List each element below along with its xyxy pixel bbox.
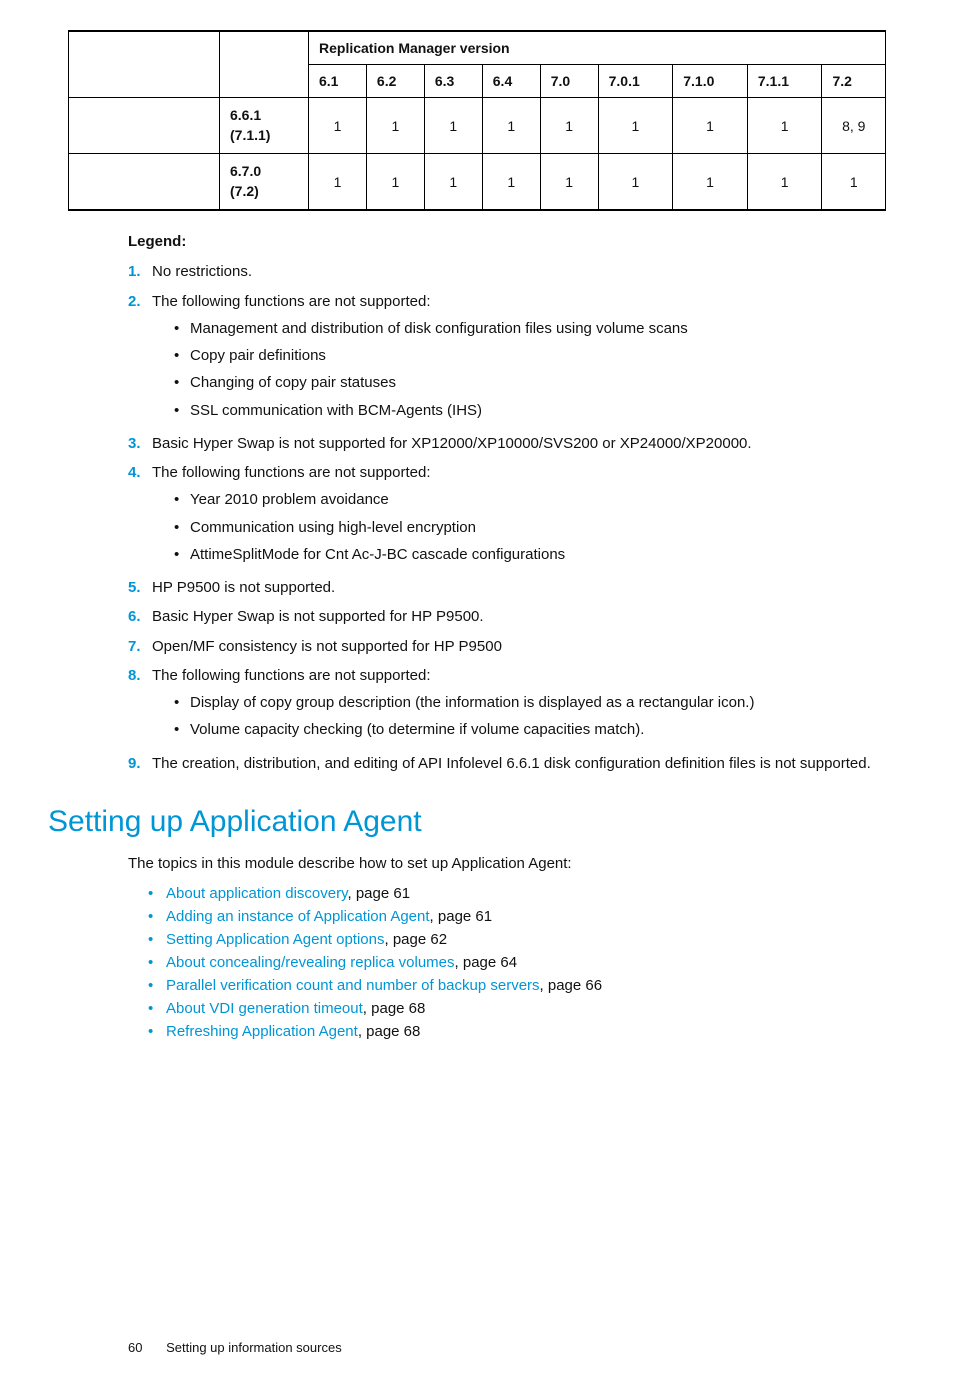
legend-item: 6.Basic Hyper Swap is not supported for … (128, 605, 886, 628)
legend-sub-item: Year 2010 problem avoidance (174, 488, 886, 511)
legend-item: 9.The creation, distribution, and editin… (128, 752, 886, 775)
col-7-0: 7.0 (540, 65, 598, 98)
section-heading: Setting up Application Agent (48, 805, 886, 839)
legend-number: 9. (128, 752, 152, 775)
legend-sub-item: SSL communication with BCM-Agents (IHS) (174, 399, 886, 422)
topic-link[interactable]: Adding an instance of Application Agent (166, 908, 430, 925)
legend-block: Legend: 1.No restrictions.2.The followin… (128, 233, 886, 775)
legend-body: The creation, distribution, and editing … (152, 752, 886, 775)
legend-number: 8. (128, 664, 152, 746)
legend-title: Legend: (128, 233, 886, 250)
legend-body: The following functions are not supporte… (152, 664, 886, 746)
legend-item: 3.Basic Hyper Swap is not supported for … (128, 432, 886, 455)
legend-item: 7.Open/MF consistency is not supported f… (128, 635, 886, 658)
table-row: 6.7.0(7.2) 1 1 1 1 1 1 1 1 1 (69, 154, 886, 211)
table-row: 6.6.1(7.1.1) 1 1 1 1 1 1 1 1 8, 9 (69, 98, 886, 154)
section-intro: The topics in this module describe how t… (128, 853, 886, 876)
legend-number: 3. (128, 432, 152, 455)
legend-body: Open/MF consistency is not supported for… (152, 635, 886, 658)
legend-item: 8.The following functions are not suppor… (128, 664, 886, 746)
legend-item: 2.The following functions are not suppor… (128, 290, 886, 426)
topic-link[interactable]: Setting Application Agent options (166, 931, 385, 948)
table-header-label: Replication Manager version (309, 31, 886, 65)
topic-link-item: Setting Application Agent options, page … (148, 931, 886, 948)
topic-link[interactable]: About concealing/revealing replica volum… (166, 954, 455, 971)
legend-sub-item: Communication using high-level encryptio… (174, 516, 886, 539)
legend-body: Basic Hyper Swap is not supported for HP… (152, 605, 886, 628)
legend-number: 4. (128, 461, 152, 570)
topic-link[interactable]: About application discovery (166, 885, 348, 902)
topic-link-item: Refreshing Application Agent, page 68 (148, 1023, 886, 1040)
legend-number: 2. (128, 290, 152, 426)
topic-link-item: About application discovery, page 61 (148, 885, 886, 902)
col-6-3: 6.3 (424, 65, 482, 98)
version-matrix-table: Replication Manager version 6.1 6.2 6.3 … (68, 30, 886, 211)
legend-number: 7. (128, 635, 152, 658)
topic-link-item: Parallel verification count and number o… (148, 977, 886, 994)
legend-body: Basic Hyper Swap is not supported for XP… (152, 432, 886, 455)
topic-links: About application discovery, page 61 Addi… (148, 885, 886, 1040)
legend-item: 4.The following functions are not suppor… (128, 461, 886, 570)
col-7-0-1: 7.0.1 (598, 65, 673, 98)
col-7-1-0: 7.1.0 (673, 65, 748, 98)
col-7-1-1: 7.1.1 (747, 65, 822, 98)
col-6-2: 6.2 (366, 65, 424, 98)
legend-sub-item: Display of copy group description (the i… (174, 691, 886, 714)
legend-sub-item: Volume capacity checking (to determine i… (174, 718, 886, 741)
legend-number: 6. (128, 605, 152, 628)
page-number: 60 (128, 1340, 142, 1355)
topic-link-item: About concealing/revealing replica volum… (148, 954, 886, 971)
legend-number: 5. (128, 576, 152, 599)
legend-body: The following functions are not supporte… (152, 461, 886, 570)
col-6-4: 6.4 (482, 65, 540, 98)
topic-link[interactable]: Refreshing Application Agent (166, 1023, 358, 1040)
footer-title: Setting up information sources (166, 1340, 342, 1355)
topic-link[interactable]: Parallel verification count and number o… (166, 977, 540, 994)
topic-link[interactable]: About VDI generation timeout (166, 1000, 363, 1017)
legend-body: The following functions are not supporte… (152, 290, 886, 426)
legend-sub-item: AttimeSplitMode for Cnt Ac-J-BC cascade … (174, 543, 886, 566)
legend-sub-item: Changing of copy pair statuses (174, 371, 886, 394)
page-footer: 60 Setting up information sources (68, 1340, 886, 1355)
topic-link-item: About VDI generation timeout, page 68 (148, 1000, 886, 1017)
topic-link-item: Adding an instance of Application Agent,… (148, 908, 886, 925)
col-6-1: 6.1 (309, 65, 367, 98)
legend-item: 5.HP P9500 is not supported. (128, 576, 886, 599)
legend-sub-item: Management and distribution of disk conf… (174, 317, 886, 340)
legend-item: 1.No restrictions. (128, 260, 886, 283)
col-7-2: 7.2 (822, 65, 886, 98)
legend-body: No restrictions. (152, 260, 886, 283)
legend-body: HP P9500 is not supported. (152, 576, 886, 599)
legend-sub-item: Copy pair definitions (174, 344, 886, 367)
legend-number: 1. (128, 260, 152, 283)
